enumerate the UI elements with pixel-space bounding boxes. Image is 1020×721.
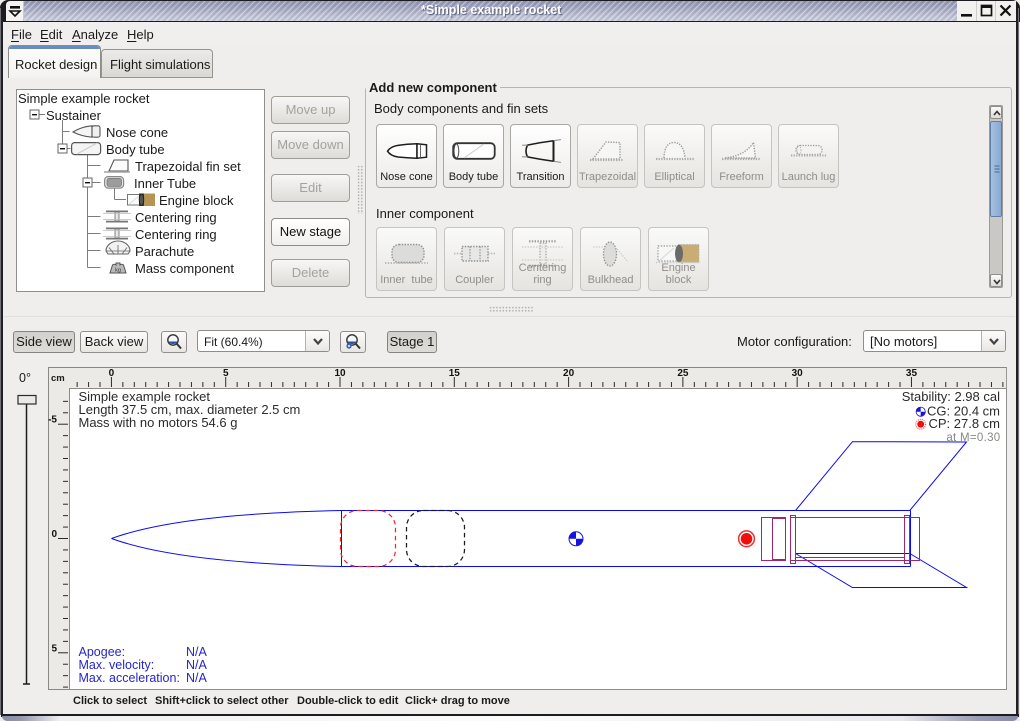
svg-text:-5: -5 (48, 415, 57, 426)
svg-text:0: 0 (51, 529, 57, 540)
svg-text:N/A: N/A (186, 658, 208, 672)
svg-text:Max. velocity:: Max. velocity: (79, 658, 155, 672)
svg-text:N/A: N/A (186, 671, 208, 685)
svg-text:10: 10 (334, 368, 346, 379)
svg-text:kg: kg (115, 268, 121, 274)
svg-text:Max. acceleration:: Max. acceleration: (79, 671, 180, 685)
svg-text:N/A: N/A (186, 645, 208, 659)
svg-text:5: 5 (51, 643, 57, 654)
svg-text:Mass with no motors 54.6 g: Mass with no motors 54.6 g (79, 415, 238, 430)
svg-text:15: 15 (449, 368, 461, 379)
svg-text:Apogee:: Apogee: (79, 645, 126, 659)
svg-text:at M=0.30: at M=0.30 (946, 432, 1000, 444)
svg-text:0: 0 (109, 368, 115, 379)
svg-text:5: 5 (223, 368, 229, 379)
svg-text:Stability: 2.98 cal: Stability: 2.98 cal (902, 389, 1000, 404)
svg-text:20: 20 (563, 368, 575, 379)
svg-text:CP: 27.8 cm: CP: 27.8 cm (928, 416, 1000, 431)
svg-text:35: 35 (906, 368, 918, 379)
svg-text:30: 30 (792, 368, 804, 379)
svg-text:25: 25 (677, 368, 689, 379)
